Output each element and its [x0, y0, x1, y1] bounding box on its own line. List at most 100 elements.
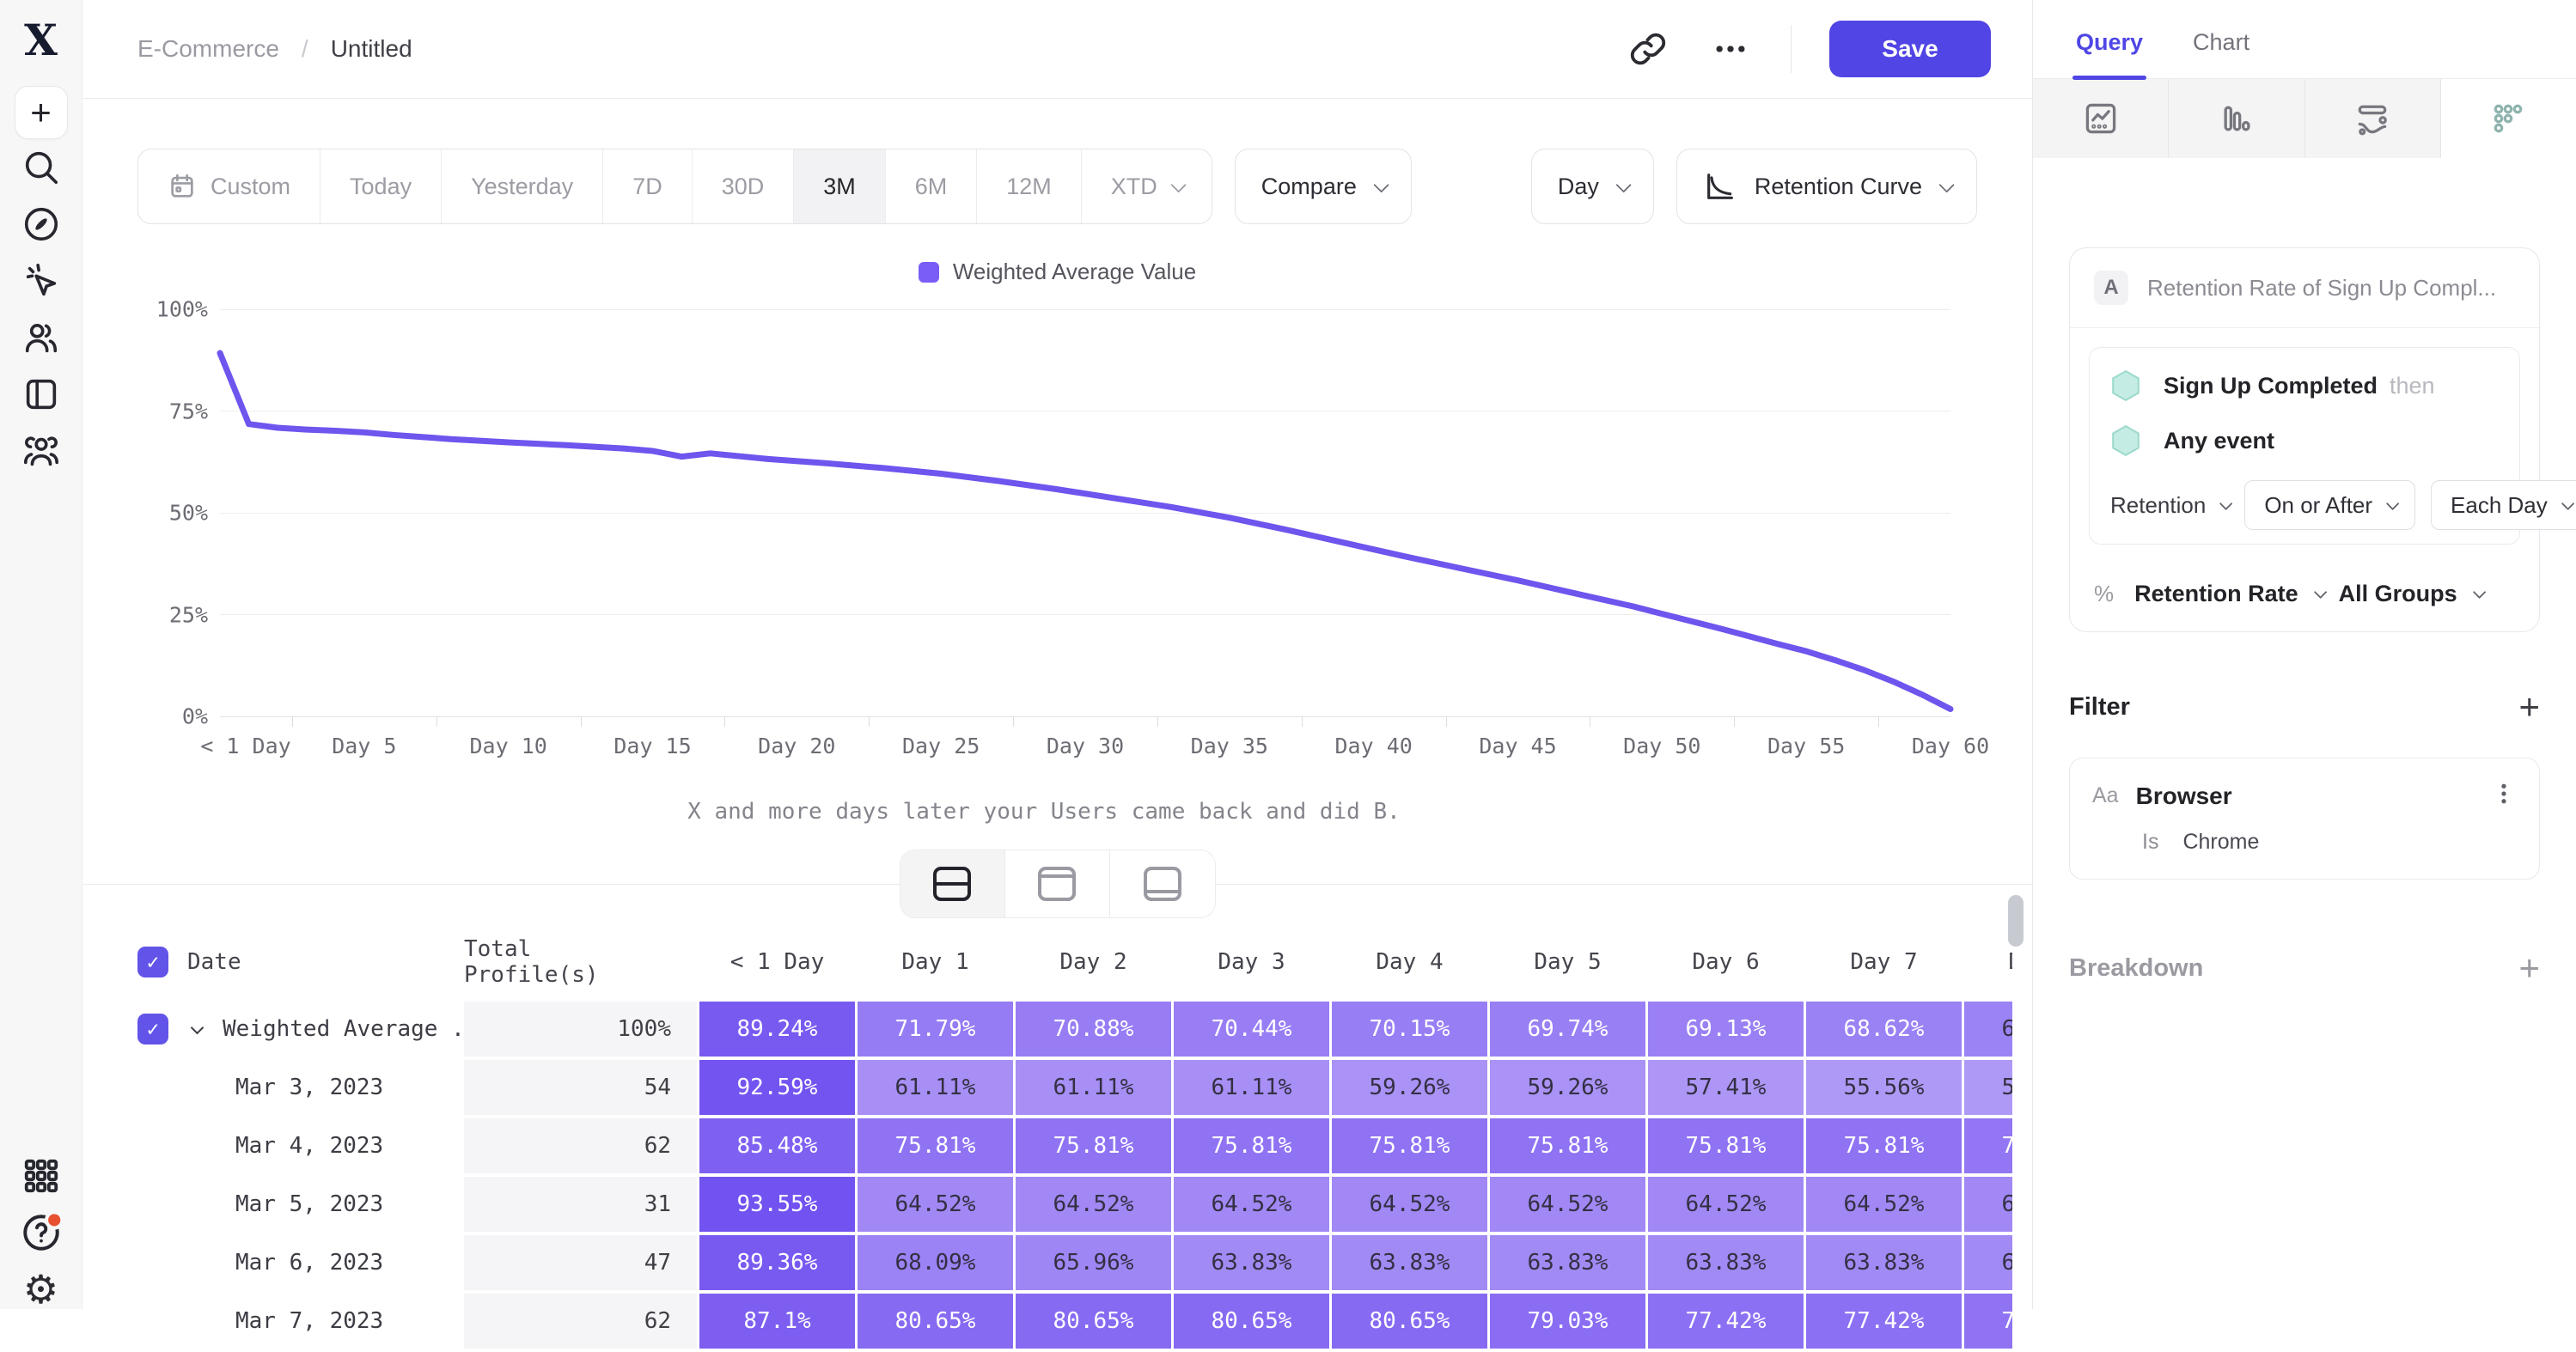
layout-split-button[interactable]	[900, 850, 1005, 917]
retention-cell[interactable]: 64.52%	[1016, 1177, 1171, 1232]
filter-card[interactable]: Aa Browser Is Chrome	[2069, 758, 2540, 880]
retention-cell[interactable]: 64.52%	[858, 1177, 1013, 1232]
report-type-insights[interactable]	[2033, 79, 2169, 158]
retention-cell[interactable]: 70.44%	[1174, 1002, 1329, 1057]
retention-cell[interactable]: 80.65%	[1016, 1294, 1171, 1349]
query-title[interactable]: Retention Rate of Sign Up Compl...	[2147, 275, 2496, 301]
retention-cell[interactable]: 93.55%	[699, 1177, 855, 1232]
retention-cell[interactable]: 68.09%	[858, 1235, 1013, 1290]
report-type-funnels[interactable]	[2169, 79, 2304, 158]
retention-cell[interactable]: 63.83%	[1964, 1235, 2012, 1290]
retention-cell[interactable]: 61.11%	[1016, 1060, 1171, 1115]
step-first-event[interactable]: Sign Up Completed then	[2110, 358, 2499, 413]
retention-cell[interactable]: 75.81%	[1806, 1118, 1962, 1173]
search-icon[interactable]	[15, 139, 68, 196]
retention-cell[interactable]: 64.52%	[1964, 1177, 2012, 1232]
cohorts-group-icon[interactable]	[15, 423, 68, 479]
retention-cell[interactable]: 70.88%	[1016, 1002, 1171, 1057]
step-return-event[interactable]: Any event	[2110, 413, 2499, 468]
range-button-xtd[interactable]: XTD	[1082, 149, 1212, 223]
table-row[interactable]: Mar 5, 20233193.55%64.52%64.52%64.52%64.…	[137, 1177, 2012, 1232]
retention-cell[interactable]: 63.83%	[1648, 1235, 1804, 1290]
metric-dropdown[interactable]: Retention Rate	[2134, 581, 2298, 607]
help-icon[interactable]	[15, 1204, 68, 1261]
retention-cell[interactable]: 70.15%	[1332, 1002, 1487, 1057]
retention-cell[interactable]: 75.81%	[1016, 1118, 1171, 1173]
retention-window-dropdown[interactable]: Each Day	[2431, 480, 2576, 530]
retention-cell[interactable]: 63.83%	[1490, 1235, 1645, 1290]
save-button[interactable]: Save	[1829, 21, 1991, 77]
table-row[interactable]: Mar 4, 20236285.48%75.81%75.81%75.81%75.…	[137, 1118, 2012, 1173]
range-button-6m[interactable]: 6M	[886, 149, 978, 223]
retention-mode-dropdown[interactable]: Retention	[2110, 492, 2229, 519]
chart-type-dropdown[interactable]: Retention Curve	[1676, 149, 1977, 224]
filter-property[interactable]: Browser	[2136, 783, 2232, 810]
range-button-today[interactable]: Today	[320, 149, 442, 223]
table-row[interactable]: Mar 3, 20235492.59%61.11%61.11%61.11%59.…	[137, 1060, 2012, 1115]
retention-cell[interactable]: 69.13%	[1648, 1002, 1804, 1057]
row-checkbox[interactable]: ✓	[137, 1014, 168, 1044]
more-options-icon[interactable]	[1708, 27, 1753, 71]
explore-compass-icon[interactable]	[15, 196, 68, 253]
report-type-retention[interactable]	[2441, 79, 2576, 158]
retention-cell[interactable]: 64.52%	[1806, 1177, 1962, 1232]
retention-cell[interactable]: 75.81%	[1490, 1118, 1645, 1173]
retention-cell[interactable]: 75.81%	[1964, 1294, 2012, 1349]
retention-cell[interactable]: 74.19%	[1964, 1118, 2012, 1173]
retention-cell[interactable]: 63.83%	[1174, 1235, 1329, 1290]
retention-cell[interactable]: 59.26%	[1332, 1060, 1487, 1115]
layout-table-button[interactable]	[1110, 850, 1215, 917]
retention-cell[interactable]: 80.65%	[858, 1294, 1013, 1349]
retention-cell[interactable]: 68.62%	[1806, 1002, 1962, 1057]
retention-cell[interactable]: 63.83%	[1806, 1235, 1962, 1290]
retention-cell[interactable]: 75.81%	[858, 1118, 1013, 1173]
retention-cell[interactable]: 64.52%	[1332, 1177, 1487, 1232]
expand-chevron-icon[interactable]	[191, 1020, 204, 1034]
retention-cell[interactable]: 71.79%	[858, 1002, 1013, 1057]
retention-cell[interactable]: 63.83%	[1332, 1235, 1487, 1290]
retention-cell[interactable]: 59.26%	[1490, 1060, 1645, 1115]
retention-cell[interactable]: 68.11%	[1964, 1002, 2012, 1057]
compare-button[interactable]: Compare	[1235, 149, 1412, 224]
retention-cell[interactable]: 69.74%	[1490, 1002, 1645, 1057]
users-icon[interactable]	[15, 309, 68, 366]
retention-cell[interactable]: 64.52%	[1648, 1177, 1804, 1232]
breadcrumb-current[interactable]: Untitled	[331, 35, 412, 63]
select-all-checkbox[interactable]: ✓	[137, 947, 168, 977]
retention-cell[interactable]: 75.81%	[1332, 1118, 1487, 1173]
retention-cell[interactable]: 61.11%	[1174, 1060, 1329, 1115]
events-cursor-icon[interactable]	[15, 253, 68, 309]
tab-query[interactable]: Query	[2076, 29, 2143, 78]
retention-cell[interactable]: 85.48%	[699, 1118, 855, 1173]
retention-cell[interactable]: 80.65%	[1174, 1294, 1329, 1349]
retention-cell[interactable]: 64.52%	[1490, 1177, 1645, 1232]
share-link-icon[interactable]	[1626, 27, 1670, 71]
table-scrollbar[interactable]	[2008, 895, 2024, 947]
retention-cell[interactable]: 80.65%	[1332, 1294, 1487, 1349]
range-button-7d[interactable]: 7D	[603, 149, 693, 223]
table-row[interactable]: ✓Weighted Average ...100%89.24%71.79%70.…	[137, 1002, 2012, 1057]
group-dropdown[interactable]: All Groups	[2339, 581, 2457, 607]
retention-cell[interactable]: 65.96%	[1016, 1235, 1171, 1290]
range-button-yesterday[interactable]: Yesterday	[442, 149, 603, 223]
chart-legend[interactable]: Weighted Average Value	[82, 259, 2032, 285]
table-row[interactable]: Mar 6, 20234789.36%68.09%65.96%63.83%63.…	[137, 1235, 2012, 1290]
layout-chart-button[interactable]	[1005, 850, 1110, 917]
reports-sidebar-icon[interactable]	[15, 366, 68, 423]
add-breakdown-button[interactable]: +	[2518, 950, 2540, 986]
new-report-button[interactable]: +	[15, 86, 68, 139]
apps-grid-icon[interactable]	[15, 1148, 68, 1204]
retention-cell[interactable]: 92.59%	[699, 1060, 855, 1115]
range-button-3m[interactable]: 3M	[794, 149, 886, 223]
retention-operator-dropdown[interactable]: On or After	[2244, 480, 2415, 530]
range-button-12m[interactable]: 12M	[977, 149, 1082, 223]
retention-cell[interactable]: 77.42%	[1806, 1294, 1962, 1349]
filter-operator[interactable]: Is	[2142, 830, 2158, 855]
table-row[interactable]: Mar 7, 20236287.1%80.65%80.65%80.65%80.6…	[137, 1294, 2012, 1349]
retention-cell[interactable]: 55.56%	[1806, 1060, 1962, 1115]
retention-cell[interactable]: 75.81%	[1648, 1118, 1804, 1173]
report-type-flows[interactable]	[2305, 79, 2441, 158]
retention-cell[interactable]: 57.41%	[1648, 1060, 1804, 1115]
range-button-custom[interactable]: Custom	[138, 149, 320, 223]
breadcrumb-root[interactable]: E-Commerce	[137, 35, 279, 63]
